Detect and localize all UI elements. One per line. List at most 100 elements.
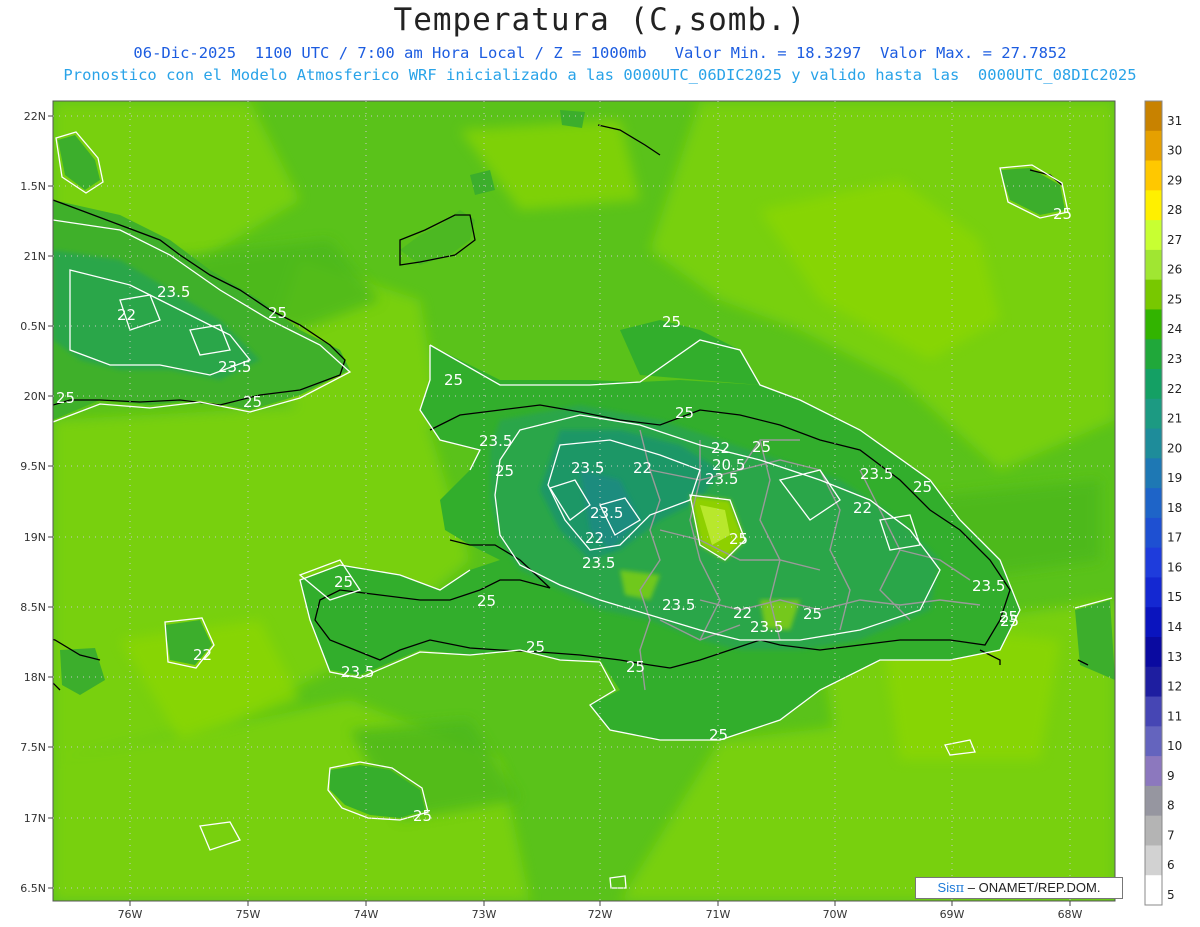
colorbar-level-label: 27 — [1167, 233, 1182, 247]
colorbar-level-label: 18 — [1167, 501, 1182, 515]
contour-label: 23.5 — [341, 663, 374, 681]
colorbar-level-label: 6 — [1167, 858, 1175, 872]
colorbar-swatch — [1145, 488, 1162, 519]
colorbar-swatch — [1145, 875, 1162, 906]
colorbar-swatch — [1145, 101, 1162, 132]
colorbar-swatch — [1145, 696, 1162, 727]
contour-label: 25 — [626, 658, 645, 676]
colorbar-swatch — [1145, 130, 1162, 162]
colorbar-level-label: 15 — [1167, 590, 1182, 604]
lat-tick-label: 8.5N — [20, 601, 46, 614]
lat-tick-label: 19N — [24, 531, 46, 544]
contour-label: 22 — [193, 646, 212, 664]
colorbar-swatch — [1145, 726, 1162, 757]
contour-label: 25 — [526, 638, 545, 656]
contour-label: 22 — [853, 499, 872, 517]
colorbar-level-label: 19 — [1167, 471, 1182, 485]
contour-label: 25 — [1053, 205, 1072, 223]
lon-tick-label: 70W — [823, 908, 848, 921]
contour-label: 23.5 — [972, 577, 1005, 595]
colorbar-level-label: 12 — [1167, 680, 1182, 694]
colorbar-level-label: 20 — [1167, 441, 1182, 455]
contour-label: 22 — [117, 306, 136, 324]
credit-box: Sisπ – ONAMET/REP.DOM. — [915, 877, 1123, 899]
contour-label: 23.5 — [590, 504, 623, 522]
lat-tick-label: 22N — [24, 110, 46, 123]
contour-label: 25 — [913, 478, 932, 496]
colorbar-swatch — [1145, 458, 1162, 489]
lon-tick-label: 76W — [118, 908, 143, 921]
contour-label: 23.5 — [218, 358, 251, 376]
colorbar-level-label: 26 — [1167, 263, 1182, 277]
colorbar-level-label: 8 — [1167, 799, 1175, 813]
contour-label: 25 — [243, 393, 262, 411]
contour-label: 23.5 — [157, 283, 190, 301]
colorbar-level-label: 9 — [1167, 769, 1175, 783]
colorbar-swatch — [1145, 190, 1162, 221]
lon-tick-label: 75W — [236, 908, 261, 921]
contour-label: 25 — [334, 573, 353, 591]
colorbar-swatch — [1145, 309, 1162, 340]
colorbar-swatch — [1145, 339, 1162, 370]
contour-label: 23.5 — [662, 596, 695, 614]
contour-label: 23.5 — [860, 465, 893, 483]
colorbar-swatch — [1145, 279, 1162, 310]
colorbar-level-label: 11 — [1167, 709, 1182, 723]
colorbar-level-label: 22 — [1167, 382, 1182, 396]
colorbar-swatch — [1145, 160, 1162, 191]
lat-tick-label: 18N — [24, 671, 46, 684]
lat-tick-label: 20N — [24, 390, 46, 403]
contour-label: 25 — [729, 530, 748, 548]
lon-tick-label: 73W — [472, 908, 497, 921]
lat-tick-label: 1.5N — [20, 180, 46, 193]
lon-tick-label: 74W — [354, 908, 379, 921]
colorbar-level-label: 25 — [1167, 292, 1182, 306]
contour-label: 25 — [752, 438, 771, 456]
contour-label: 23.5 — [479, 432, 512, 450]
colorbar-swatch — [1145, 220, 1162, 251]
lon-tick-label: 69W — [940, 908, 965, 921]
lon-tick-label: 68W — [1058, 908, 1083, 921]
colorbar-level-label: 24 — [1167, 322, 1182, 336]
colorbar-swatch — [1145, 845, 1162, 876]
contour-label: 25 — [1000, 612, 1019, 630]
pi-icon: π — [955, 881, 965, 896]
colorbar-level-label: 16 — [1167, 560, 1182, 574]
contour-label: 23.5 — [571, 459, 604, 477]
contour-label: 25 — [477, 592, 496, 610]
colorbar-level-label: 21 — [1167, 412, 1182, 426]
colorbar-level-label: 5 — [1167, 888, 1175, 902]
colorbar-level-label: 31 — [1167, 114, 1182, 128]
colorbar-level-label: 28 — [1167, 203, 1182, 217]
colorbar: 31 30 29 28 27 26 25 24 23 22 21 20 19 18 17 16 15 14 13 12… — [1144, 100, 1182, 906]
contour-label: 25 — [803, 605, 822, 623]
contour-label: 25 — [495, 462, 514, 480]
colorbar-swatch — [1145, 428, 1162, 459]
credit-sis: Sis — [937, 880, 956, 895]
colorbar-swatch — [1145, 666, 1162, 698]
lat-tick-label: 21N — [24, 250, 46, 263]
colorbar-level-label: 13 — [1167, 650, 1182, 664]
colorbar-level-label: 17 — [1167, 531, 1182, 545]
lat-tick-label: 17N — [24, 812, 46, 825]
contour-label: 25 — [413, 807, 432, 825]
credit-text: – ONAMET/REP.DOM. — [964, 880, 1101, 895]
contour-label: 23.5 — [582, 554, 615, 572]
contour-label: 25 — [444, 371, 463, 389]
contour-label: 22 — [711, 439, 730, 457]
colorbar-level-label: 7 — [1167, 828, 1175, 842]
contour-label: 23.5 — [750, 618, 783, 636]
colorbar-swatch — [1145, 637, 1162, 668]
colorbar-swatch — [1145, 547, 1162, 578]
colorbar-level-label: 14 — [1167, 620, 1182, 634]
lon-tick-label: 72W — [588, 908, 613, 921]
colorbar-swatch — [1145, 369, 1162, 400]
contour-label: 25 — [662, 313, 681, 331]
lat-tick-label: 6.5N — [20, 882, 46, 895]
colorbar-swatch — [1145, 607, 1162, 638]
temperature-map: 76W 75W 74W 73W 72W 71W 70W 69W 68W 22N 1.5N 21N 0.… — [20, 100, 1182, 921]
colorbar-level-label: 23 — [1167, 352, 1182, 366]
colorbar-swatch — [1145, 517, 1162, 549]
longitude-axis: 76W 75W 74W 73W 72W 71W 70W 69W 68W — [118, 901, 1083, 921]
colorbar-swatch — [1145, 398, 1162, 430]
